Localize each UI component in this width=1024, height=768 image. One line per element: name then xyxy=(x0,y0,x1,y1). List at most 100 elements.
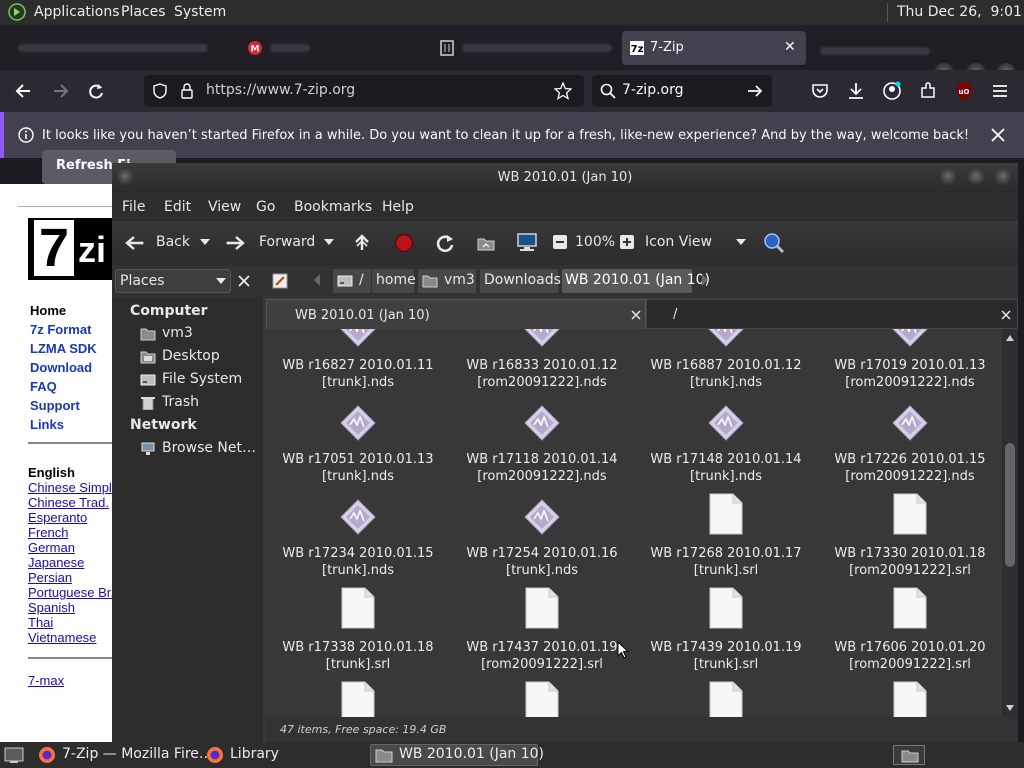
reload-icon[interactable] xyxy=(434,232,456,254)
menu-places[interactable]: Places xyxy=(121,4,166,20)
web-lang-link[interactable]: Japanese xyxy=(28,555,84,570)
file-item[interactable] xyxy=(266,681,450,717)
file-item[interactable]: WB r17148 2010.01.14 [trunk].nds xyxy=(634,405,818,499)
downloads-icon[interactable] xyxy=(846,81,866,101)
web-lang-link[interactable]: Persian xyxy=(28,570,72,585)
web-nav-home[interactable]: Home xyxy=(30,303,66,318)
file-item[interactable]: WB r17268 2010.01.17 [trunk].srl xyxy=(634,493,818,593)
search-icon[interactable] xyxy=(763,232,785,254)
menu-edit[interactable]: Edit xyxy=(164,199,191,215)
panel-clock[interactable]: Thu Dec 26, 9:01 PM xyxy=(897,4,1024,20)
sidebar-pane-select[interactable]: Places xyxy=(115,269,231,293)
firefox-tab-blurred-1[interactable] xyxy=(8,31,234,65)
menu-help[interactable]: Help xyxy=(382,199,414,215)
breadcrumb-current[interactable]: WB 2010.01 (Jan 10) xyxy=(562,269,710,293)
path-scroll-right-icon[interactable] xyxy=(700,274,710,286)
file-item[interactable]: WB r17338 2010.01.18 [trunk].srl xyxy=(266,587,450,687)
file-item[interactable]: WB r17437 2010.01.19 [rom20091222].srl xyxy=(450,587,634,687)
workspace-switcher[interactable] xyxy=(893,745,925,765)
taskbar-firefox-library[interactable]: Library xyxy=(206,744,316,766)
file-item[interactable]: WB r16887 2010.01.12 [trunk].nds xyxy=(634,329,818,405)
file-item[interactable] xyxy=(450,681,634,717)
close-tab-icon[interactable]: ✕ xyxy=(784,39,796,55)
hamburger-menu-icon[interactable] xyxy=(990,81,1010,101)
location-toggle-icon[interactable] xyxy=(270,271,292,291)
extensions-icon[interactable] xyxy=(918,81,938,101)
web-nav-7z-format[interactable]: 7z Format xyxy=(30,322,91,337)
computer-icon[interactable] xyxy=(516,232,538,252)
file-item[interactable]: WB r17439 2010.01.19 [trunk].srl xyxy=(634,587,818,687)
menu-applications[interactable]: Applications xyxy=(34,4,120,20)
search-go-arrow-icon[interactable] xyxy=(746,83,764,99)
web-nav-download[interactable]: Download xyxy=(30,360,92,375)
web-nav-lzma-sdk[interactable]: LZMA SDK xyxy=(30,341,97,356)
close-sidebar-icon[interactable] xyxy=(237,274,251,288)
account-icon[interactable] xyxy=(882,81,902,101)
window-maximize-button[interactable] xyxy=(966,167,986,187)
breadcrumb-home[interactable]: home xyxy=(372,269,416,293)
menu-system[interactable]: System xyxy=(174,4,226,20)
padlock-icon[interactable] xyxy=(180,82,194,100)
tab-root-folder[interactable]: / xyxy=(646,299,1018,329)
web-lang-link[interactable]: Thai xyxy=(28,615,53,630)
file-item[interactable]: WB r17051 2010.01.13 [trunk].nds xyxy=(266,405,450,499)
window-menu-button[interactable] xyxy=(115,167,135,187)
zoom-level[interactable]: 100% xyxy=(575,234,615,250)
web-link-7max[interactable]: 7-max xyxy=(28,673,64,688)
distro-logo-icon[interactable] xyxy=(8,3,26,21)
web-lang-link[interactable]: Spanish xyxy=(28,600,75,615)
firefox-tab-7zip[interactable]: 7z 7-Zip ✕ xyxy=(622,31,806,65)
path-scroll-left-icon[interactable] xyxy=(312,274,322,286)
close-tab-icon[interactable] xyxy=(1001,310,1011,320)
taskbar-file-manager[interactable]: WB 2010.01 (Jan 10) xyxy=(370,744,544,766)
file-item[interactable]: WB r17330 2010.01.18 [rom20091222].srl xyxy=(818,493,1002,593)
file-item[interactable] xyxy=(634,681,818,717)
window-close-button[interactable] xyxy=(993,167,1013,187)
web-nav-faq[interactable]: FAQ xyxy=(30,379,57,394)
back-history-dropdown-icon[interactable] xyxy=(200,239,210,247)
vertical-scrollbar[interactable] xyxy=(1002,329,1018,717)
web-nav-support[interactable]: Support xyxy=(30,398,80,413)
reload-icon[interactable] xyxy=(86,81,106,101)
show-desktop-icon[interactable] xyxy=(4,746,24,764)
scrollbar-thumb[interactable] xyxy=(1005,443,1015,567)
pocket-icon[interactable] xyxy=(810,81,830,101)
window-titlebar[interactable]: WB 2010.01 (Jan 10) xyxy=(112,163,1018,193)
up-arrow-icon[interactable] xyxy=(352,233,372,253)
scroll-up-icon[interactable] xyxy=(1006,335,1014,341)
web-nav-links[interactable]: Links xyxy=(30,417,64,432)
window-minimize-button[interactable] xyxy=(938,167,958,187)
back-button[interactable]: Back xyxy=(120,227,216,259)
close-notification-icon[interactable] xyxy=(990,127,1006,143)
breadcrumb-vm3[interactable]: vm3 xyxy=(418,269,476,293)
menu-go[interactable]: Go xyxy=(256,199,275,215)
scroll-down-icon[interactable] xyxy=(1006,705,1014,711)
forward-arrow-icon[interactable] xyxy=(50,81,70,101)
file-item[interactable]: WB r17226 2010.01.15 [rom20091222].nds xyxy=(818,405,1002,499)
zoom-out-icon[interactable] xyxy=(552,234,568,250)
file-item[interactable]: WB r17234 2010.01.15 [trunk].nds xyxy=(266,499,450,593)
file-item[interactable]: WB r17118 2010.01.14 [rom20091222].nds xyxy=(450,405,634,499)
home-folder-icon[interactable] xyxy=(476,233,496,253)
taskbar-firefox-7zip[interactable]: 7-Zip — Mozilla Fire… xyxy=(38,744,213,766)
file-item[interactable]: WB r17019 2010.01.13 [rom20091222].nds xyxy=(818,329,1002,405)
web-lang-link[interactable]: Esperanto xyxy=(28,510,87,525)
file-item[interactable] xyxy=(818,681,1002,717)
breadcrumb-root[interactable]: / xyxy=(333,269,371,293)
menu-file[interactable]: File xyxy=(122,199,145,215)
close-tab-icon[interactable] xyxy=(631,310,641,320)
file-item[interactable]: WB r17606 2010.01.20 [rom20091222].srl xyxy=(818,587,1002,687)
7zip-logo[interactable]: 7 zi xyxy=(28,218,112,280)
tab-current-folder[interactable]: WB 2010.01 (Jan 10) xyxy=(266,299,646,329)
menu-bookmarks[interactable]: Bookmarks xyxy=(294,199,372,215)
web-lang-link[interactable]: Chinese Trad. xyxy=(28,495,109,510)
file-item[interactable]: WB r17254 2010.01.16 [trunk].nds xyxy=(450,499,634,593)
search-bar[interactable]: 7-zip.org xyxy=(592,75,772,107)
web-lang-link[interactable]: Chinese Simpl. xyxy=(28,480,115,495)
forward-button[interactable]: Forward xyxy=(224,227,336,259)
file-item[interactable]: WB r16827 2010.01.11 [trunk].nds xyxy=(266,329,450,405)
menu-view[interactable]: View xyxy=(208,199,241,215)
firefox-tab-blurred-2[interactable]: M xyxy=(238,31,428,65)
tracking-shield-icon[interactable] xyxy=(152,83,168,99)
view-mode-select[interactable]: Icon View xyxy=(642,227,754,259)
